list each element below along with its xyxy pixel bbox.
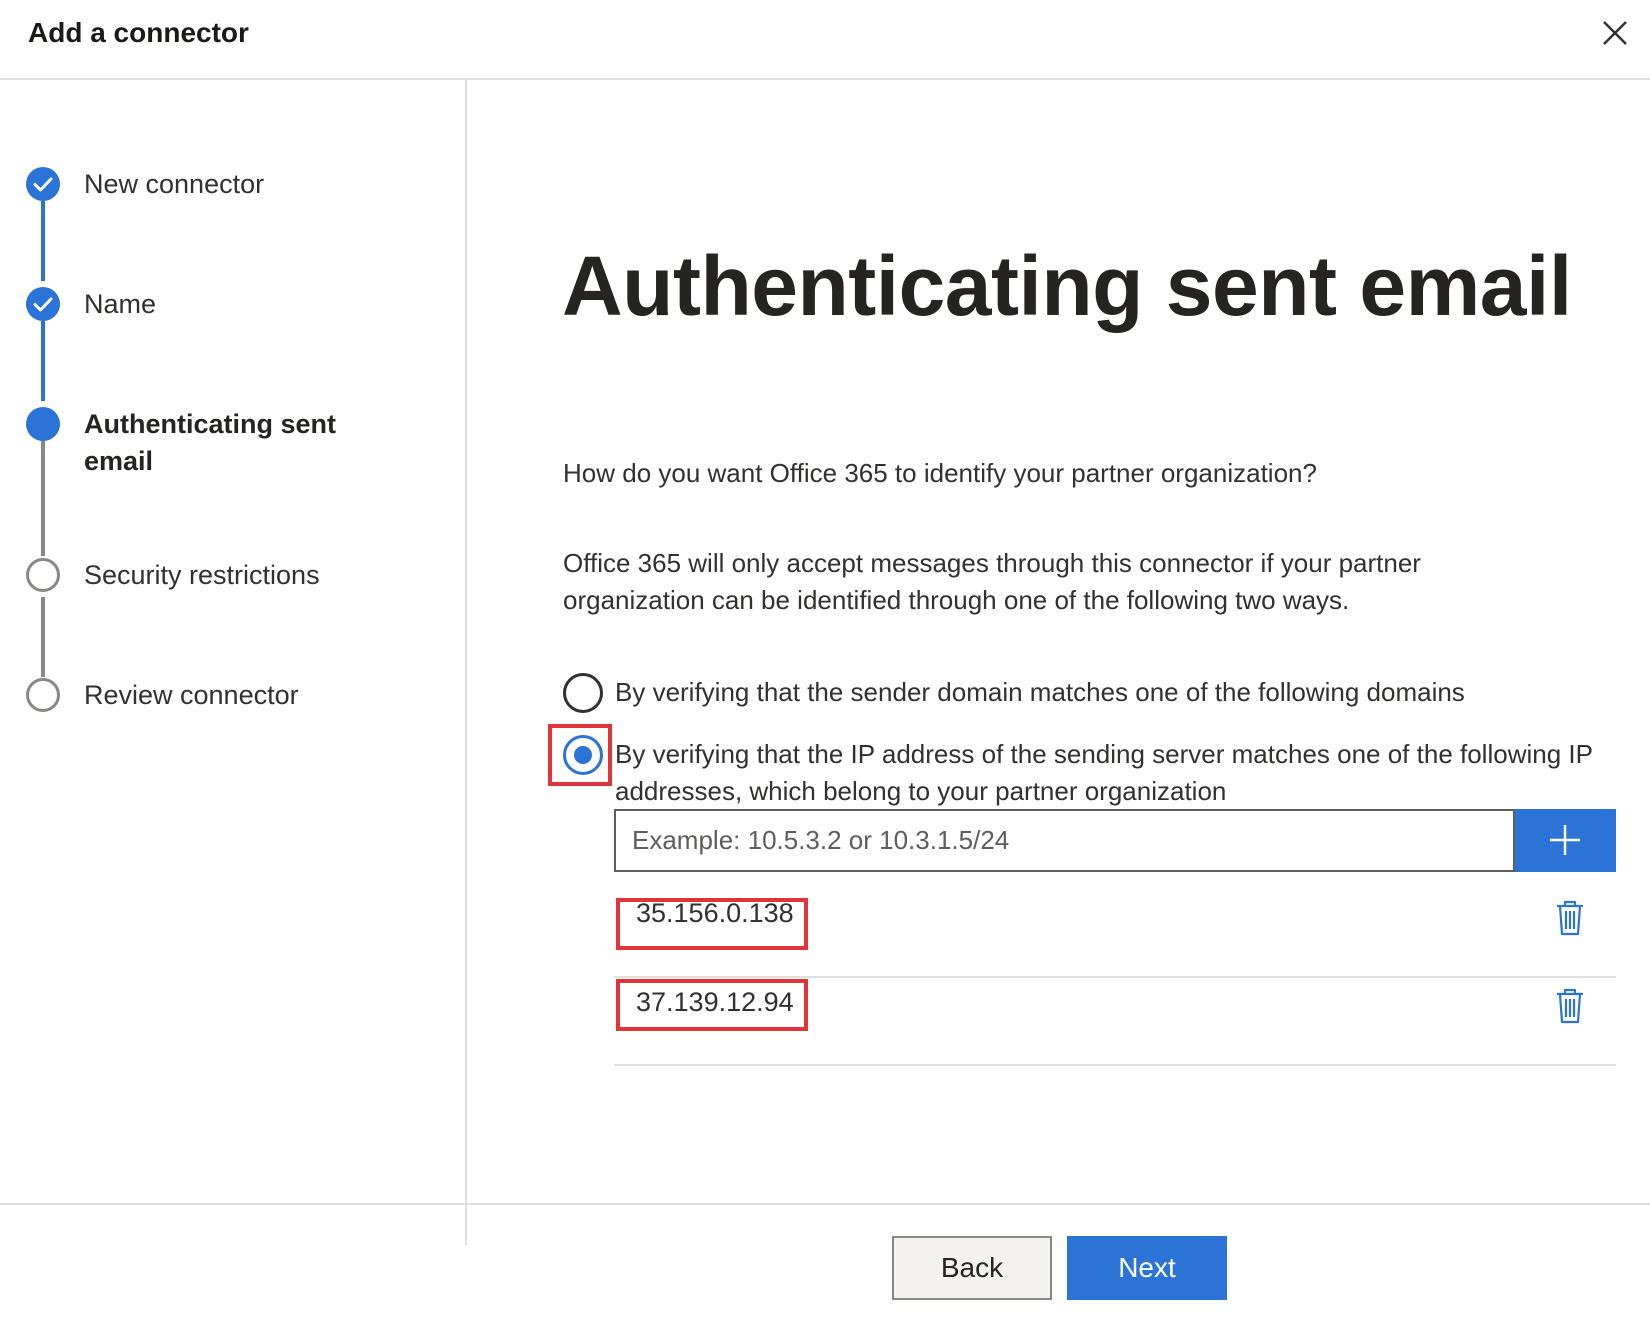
ip-address-value: 35.156.0.138 xyxy=(636,898,794,928)
page-title: Authenticating sent email xyxy=(562,239,1572,333)
ip-list-item: 35.156.0.138 xyxy=(614,888,1616,978)
radio-label-sender-domain: By verifying that the sender domain matc… xyxy=(615,677,1465,707)
question-text: How do you want Office 365 to identify y… xyxy=(563,458,1317,488)
step-label: Security restrictions xyxy=(84,560,320,590)
step-connector xyxy=(41,441,45,556)
trash-icon[interactable] xyxy=(1553,986,1587,1026)
footer-divider xyxy=(0,1203,1650,1205)
back-button[interactable]: Back xyxy=(892,1236,1052,1300)
pending-step-icon xyxy=(26,678,60,712)
info-text: Office 365 will only accept messages thr… xyxy=(563,548,1421,615)
ip-address-input[interactable] xyxy=(614,809,1515,872)
checkmark-icon xyxy=(26,167,60,201)
step-connector xyxy=(41,321,45,401)
checkmark-icon xyxy=(26,287,60,321)
add-ip-button[interactable] xyxy=(1515,809,1616,872)
next-button[interactable]: Next xyxy=(1067,1236,1227,1300)
radio-selected-dot xyxy=(574,746,592,764)
radio-sender-domain[interactable] xyxy=(563,673,603,713)
step-label: Review connector xyxy=(84,680,299,710)
dialog-title: Add a connector xyxy=(28,17,249,48)
step-label: New connector xyxy=(84,169,265,199)
radio-label-ip-address: By verifying that the IP address of the … xyxy=(615,739,1593,806)
plus-icon xyxy=(1550,825,1580,855)
step-label: Authenticating sent email xyxy=(84,409,337,476)
step-label: Name xyxy=(84,289,157,319)
pending-step-icon xyxy=(26,558,60,592)
ip-address-value: 37.139.12.94 xyxy=(636,987,794,1017)
step-connector xyxy=(41,597,45,677)
step-connector xyxy=(41,201,45,281)
radio-ip-address[interactable] xyxy=(563,735,603,775)
dialog-header: Add a connector xyxy=(0,0,1650,80)
trash-icon[interactable] xyxy=(1553,898,1587,938)
ip-list-item: 37.139.12.94 xyxy=(614,976,1616,1066)
close-icon[interactable] xyxy=(1598,16,1632,50)
sidebar-divider xyxy=(465,80,467,1245)
current-step-icon xyxy=(26,407,60,441)
